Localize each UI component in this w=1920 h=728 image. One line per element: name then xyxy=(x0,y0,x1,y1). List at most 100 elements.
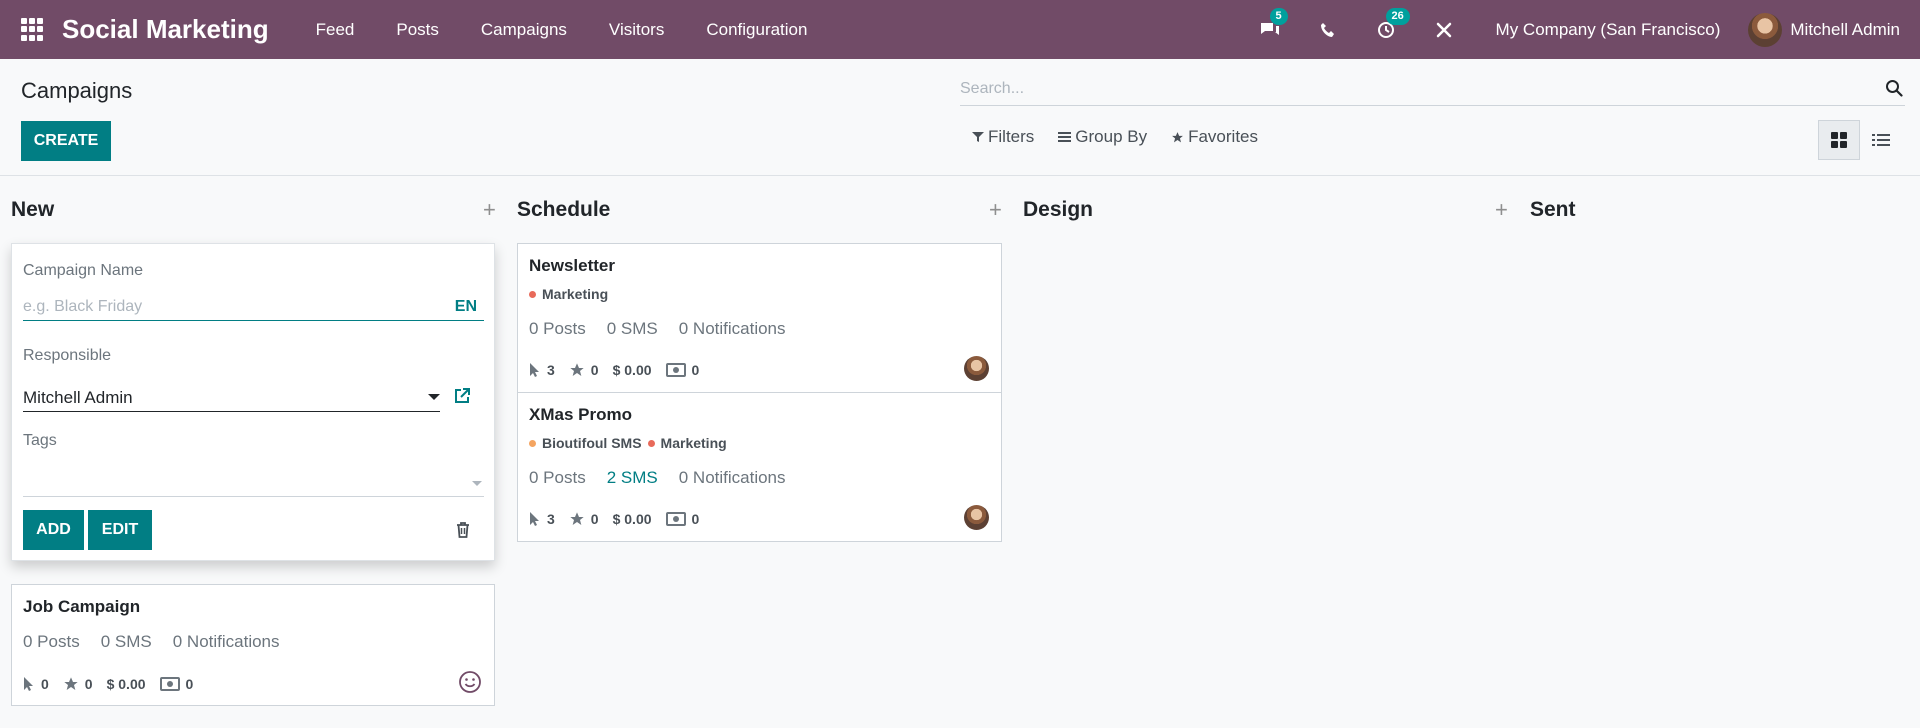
trash-icon[interactable] xyxy=(456,522,470,538)
star-icon xyxy=(570,512,584,525)
responsible-value: Mitchell Admin xyxy=(23,387,133,407)
user-name: Mitchell Admin xyxy=(1790,19,1900,39)
page-title: Campaigns xyxy=(21,78,133,103)
menu-configuration[interactable]: Configuration xyxy=(706,20,807,40)
groupby-button[interactable]: Group By xyxy=(1058,127,1147,147)
filter-icon xyxy=(972,132,984,142)
favorites-button[interactable]: Favorites xyxy=(1171,127,1258,147)
star-icon xyxy=(570,363,584,376)
tag-marketing: Marketing xyxy=(529,286,608,302)
tag-color-dot xyxy=(529,439,536,447)
revenue-value: $ 0.00 xyxy=(106,676,146,692)
kanban-grid-icon xyxy=(1831,132,1847,148)
stars-value: 0 xyxy=(590,511,599,527)
money-icon xyxy=(159,677,180,691)
tags-chevron-down-icon xyxy=(472,481,482,486)
card-kpis: 3 0 $ 0.00 0 xyxy=(529,362,713,378)
tags-field[interactable] xyxy=(23,469,484,497)
responsible-select[interactable]: Mitchell Admin xyxy=(23,384,440,412)
card-title: Job Campaign xyxy=(23,597,141,616)
company-switcher[interactable]: My Company (San Francisco) xyxy=(1496,20,1721,40)
menu-posts[interactable]: Posts xyxy=(396,20,439,40)
cursor-click-icon xyxy=(530,512,539,526)
clicks-value: 3 xyxy=(547,362,555,378)
campaign-name-field: EN xyxy=(23,293,484,321)
campaign-name-label: Campaign Name xyxy=(23,262,144,279)
campaign-card-newsletter[interactable]: Newsletter Marketing 0 Posts 0 SMS 0 Not… xyxy=(517,243,1002,393)
language-toggle[interactable]: EN xyxy=(455,298,477,316)
tag-marketing: Marketing xyxy=(647,435,727,451)
debug-tools-icon[interactable] xyxy=(1432,18,1456,42)
chat-badge: 5 xyxy=(1269,7,1288,25)
card-tags: Bioutifoul SMS Marketing xyxy=(529,435,733,451)
card-stats: 0 Posts 0 SMS 0 Notifications xyxy=(23,632,301,652)
user-avatar xyxy=(1748,12,1783,47)
posts-count[interactable]: 0 Posts xyxy=(529,319,586,339)
create-button[interactable]: CREATE xyxy=(21,121,111,161)
phone-icon[interactable] xyxy=(1316,18,1340,42)
cursor-click-icon xyxy=(24,677,33,691)
campaign-name-input[interactable] xyxy=(23,297,443,316)
search-input[interactable] xyxy=(960,79,1860,98)
star-icon xyxy=(64,677,78,690)
add-to-new-plus-icon[interactable]: + xyxy=(483,197,496,223)
notifications-count[interactable]: 0 Notifications xyxy=(679,468,786,488)
card-kpis: 3 0 $ 0.00 0 xyxy=(529,511,713,527)
add-to-schedule-plus-icon[interactable]: + xyxy=(989,197,1002,223)
card-title: Newsletter xyxy=(529,256,615,275)
clicks-value: 3 xyxy=(547,511,555,527)
filters-button[interactable]: Filters xyxy=(972,127,1034,147)
campaign-card-xmas-promo[interactable]: XMas Promo Bioutifoul SMS Marketing 0 Po… xyxy=(517,392,1002,542)
chat-icon[interactable]: 5 xyxy=(1258,7,1288,42)
card-tags: Marketing xyxy=(529,286,614,302)
cash-value: 0 xyxy=(691,511,700,527)
activity-clock-icon[interactable]: 26 xyxy=(1374,7,1410,42)
list-view-button[interactable] xyxy=(1860,120,1902,160)
cursor-click-icon xyxy=(530,363,539,377)
responsible-label: Responsible xyxy=(23,347,112,364)
menu-feed[interactable]: Feed xyxy=(316,20,355,40)
responsible-avatar[interactable] xyxy=(964,505,989,530)
list-bars-icon xyxy=(1058,132,1072,142)
tag-label: Bioutifoul SMS xyxy=(542,435,642,451)
posts-count[interactable]: 0 Posts xyxy=(23,632,80,652)
notifications-count[interactable]: 0 Notifications xyxy=(679,319,786,339)
external-link-icon[interactable] xyxy=(453,387,471,405)
top-navbar: Social Marketing Feed Posts Campaigns Vi… xyxy=(0,0,1920,59)
user-menu[interactable]: Mitchell Admin xyxy=(1748,12,1900,47)
search-icon[interactable] xyxy=(1885,79,1903,97)
column-title-new: New xyxy=(11,198,55,221)
quick-create-form: Campaign Name EN Responsible Mitchell Ad… xyxy=(11,243,495,561)
stars-value: 0 xyxy=(590,362,599,378)
responsible-avatar[interactable] xyxy=(964,356,989,381)
card-stats: 0 Posts 2 SMS 0 Notifications xyxy=(529,468,807,488)
kanban-board: New + Schedule + Design + Sent Campaign … xyxy=(0,176,1920,728)
view-switcher xyxy=(1818,120,1902,160)
filters-label: Filters xyxy=(988,127,1035,146)
control-panel: Campaigns CREATE Filters Group By Favori… xyxy=(0,59,1920,176)
star-icon xyxy=(1172,131,1184,142)
activity-badge: 26 xyxy=(1385,7,1410,25)
sms-count-link[interactable]: 2 SMS xyxy=(607,468,658,488)
add-button[interactable]: ADD xyxy=(23,510,84,550)
notifications-count[interactable]: 0 Notifications xyxy=(173,632,280,652)
list-icon xyxy=(1872,134,1890,146)
app-title[interactable]: Social Marketing xyxy=(62,14,269,45)
money-icon xyxy=(665,512,686,526)
add-to-design-plus-icon[interactable]: + xyxy=(1495,197,1508,223)
campaign-card-job[interactable]: Job Campaign 0 Posts 0 SMS 0 Notificatio… xyxy=(11,584,495,706)
menu-campaigns[interactable]: Campaigns xyxy=(481,20,567,40)
edit-button[interactable]: EDIT xyxy=(88,510,152,550)
tag-label: Marketing xyxy=(542,286,609,302)
sms-count[interactable]: 0 SMS xyxy=(101,632,152,652)
sms-count[interactable]: 0 SMS xyxy=(607,319,658,339)
apps-menu-icon[interactable] xyxy=(21,17,45,42)
kanban-view-button[interactable] xyxy=(1818,120,1860,160)
no-responsible-smiley-icon[interactable] xyxy=(458,670,482,694)
revenue-value: $ 0.00 xyxy=(612,362,652,378)
posts-count[interactable]: 0 Posts xyxy=(529,468,586,488)
card-title: XMas Promo xyxy=(529,405,632,424)
favorites-label: Favorites xyxy=(1188,127,1259,146)
menu-visitors[interactable]: Visitors xyxy=(609,20,664,40)
card-stats: 0 Posts 0 SMS 0 Notifications xyxy=(529,319,807,339)
